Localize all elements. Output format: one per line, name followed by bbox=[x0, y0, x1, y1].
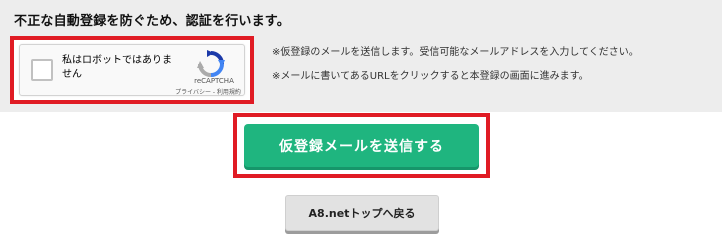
back-to-top-button[interactable]: A8.netトップへ戻る bbox=[285, 195, 439, 231]
notice-click-url: ※メールに書いてあるURLをクリックすると本登録の画面に進みます。 bbox=[272, 71, 589, 82]
notice-send-mail: ※仮登録のメールを送信します。受信可能なメールアドレスを入力してください。 bbox=[272, 47, 639, 58]
recaptcha-logo-icon bbox=[197, 50, 225, 77]
recaptcha-brand: reCAPTCHA bbox=[194, 77, 234, 85]
verification-panel: 不正な自動登録を防ぐため、認証を行います。 私はロボットではありません reCA… bbox=[0, 0, 722, 112]
send-provisional-mail-button[interactable]: 仮登録メールを送信する bbox=[244, 124, 479, 167]
recaptcha-checkbox[interactable] bbox=[31, 59, 53, 81]
submit-highlight-frame: 仮登録メールを送信する bbox=[233, 113, 490, 178]
verification-heading: 不正な自動登録を防ぐため、認証を行います。 bbox=[14, 14, 290, 29]
recaptcha-checkbox-label: 私はロボットではありません bbox=[62, 55, 172, 80]
captcha-highlight-frame: 私はロボットではありません reCAPTCHA プライバシー - 利用規約 bbox=[10, 36, 254, 104]
recaptcha-widget: 私はロボットではありません reCAPTCHA プライバシー - 利用規約 bbox=[19, 44, 245, 96]
recaptcha-privacy-terms-links[interactable]: プライバシー - 利用規約 bbox=[168, 87, 248, 96]
